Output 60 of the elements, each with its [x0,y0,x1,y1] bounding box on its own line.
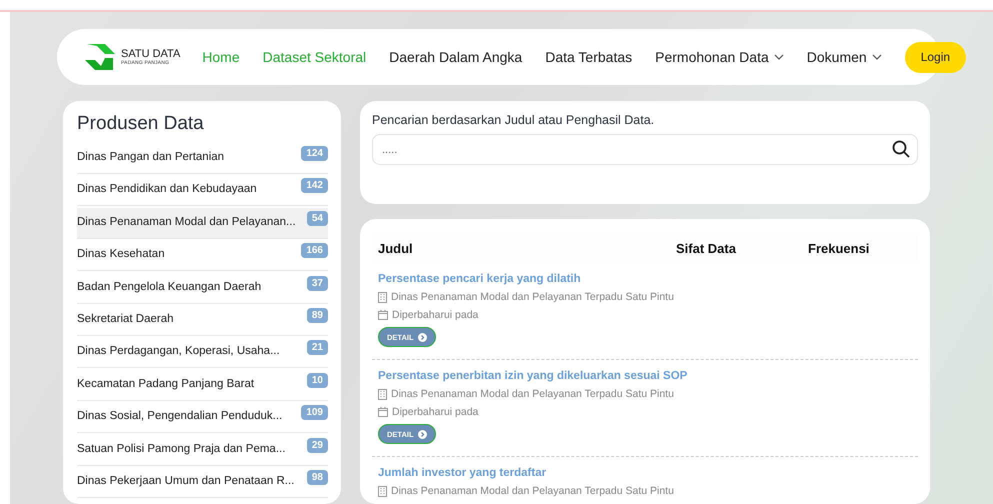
login-button[interactable]: Login [904,42,966,72]
search-icon[interactable] [892,140,910,158]
updated-text: Diperbaharui pada [392,406,478,418]
count-badge: 98 [306,470,328,485]
item-name: Dinas Sosial, Pengendalian Penduduk... [77,409,282,422]
sidebar-item[interactable]: Dinas Penanaman Modal dan Pelayanan... 54 [77,208,328,239]
sidebar-item[interactable]: Sekretariat Daerah 89 [77,304,328,336]
count-badge: 10 [306,372,328,388]
search-field[interactable]: ..... [372,134,918,165]
sidebar-item[interactable]: Badan Pengelola Keuangan Daerah 37 [77,272,328,304]
item-name: Satuan Polisi Pamong Praja dan Pema... [77,442,286,455]
sidebar-item[interactable]: Dinas Pekerjaan Umum dan Penataan R... 98 [77,466,328,498]
sidebar-item[interactable]: Dinas Kesehatan 166 [77,240,328,272]
item-name: Dinas Penanaman Modal dan Pelayanan... [77,214,296,228]
nav-link[interactable]: Data Terbatas [545,49,632,65]
item-name: Dinas Kesehatan [77,247,165,260]
agency-text: Dinas Penanaman Modal dan Pelayanan Terpadu Satu Pintu [391,291,674,303]
chevron-circle-icon [418,332,427,342]
count-badge: 37 [306,276,328,291]
item-name: Badan Pengelola Keuangan Daerah [77,280,262,293]
sidebar-item[interactable]: Dinas Sosial, Pengendalian Penduduk... 109 [77,402,328,434]
item-name: Dinas Pangan dan Pertanian [77,150,224,163]
chevron-down-icon [872,54,882,60]
count-badge: 89 [306,308,328,323]
logo-title: SATU DATA [121,48,180,60]
column-header: Sifat Data [676,240,737,256]
nav-dropdown[interactable]: Permohonan Data [655,49,784,65]
count-badge: 29 [306,438,328,453]
nav-link[interactable]: Daerah Dalam Angka [389,49,522,65]
building-icon [378,486,387,496]
count-badge: 166 [301,243,328,258]
calendar-icon [378,310,388,320]
item-name: Sekretariat Daerah [77,312,174,325]
nav-dropdown[interactable]: Dokumen [806,49,882,65]
count-badge: 109 [301,405,328,420]
updated-text: Diperbaharui pada [392,309,478,321]
column-header: Judul [378,240,414,256]
item-name: Dinas Pekerjaan Umum dan Penataan R... [77,474,294,487]
column-header: Frekuensi [808,240,870,256]
item-name: Dinas Pendidikan dan Kebudayaan [77,182,257,196]
count-badge: 21 [306,340,328,356]
calendar-icon [378,407,388,417]
agency-text: Dinas Penanaman Modal dan Pelayanan Terpadu Satu Pintu [391,388,674,400]
chevron-circle-icon [418,430,427,438]
sidebar-item[interactable]: Kecamatan Padang Panjang Barat 10 [77,370,328,401]
item-name: Kecamatan Padang Panjang Barat [77,376,254,390]
sidebar-item[interactable]: Dinas Pangan dan Pertanian 124 [77,143,328,174]
count-badge: 54 [306,210,328,226]
count-badge: 124 [301,146,328,161]
building-icon [378,388,387,400]
search-label: Pencarian berdasarkan Judul atau Penghasil Data. [372,113,656,127]
agency-text: Dinas Penanaman Modal dan Pelayanan Terpadu Satu Pintu [391,485,674,497]
item-name: Dinas Perdagangan, Koperasi, Usaha... [77,344,280,358]
chevron-down-icon [774,54,784,60]
sidebar-title: Produsen Data [77,113,205,135]
building-icon [378,292,387,302]
sidebar-item[interactable]: Dinas Perdagangan, Koperasi, Usaha... 21 [77,337,328,368]
sidebar-item[interactable]: Satuan Polisi Pamong Praja dan Pema... 29 [77,434,328,466]
count-badge: 142 [301,178,328,194]
sidebar-item[interactable]: Dinas Pendidikan dan Kebudayaan 142 [77,175,328,206]
